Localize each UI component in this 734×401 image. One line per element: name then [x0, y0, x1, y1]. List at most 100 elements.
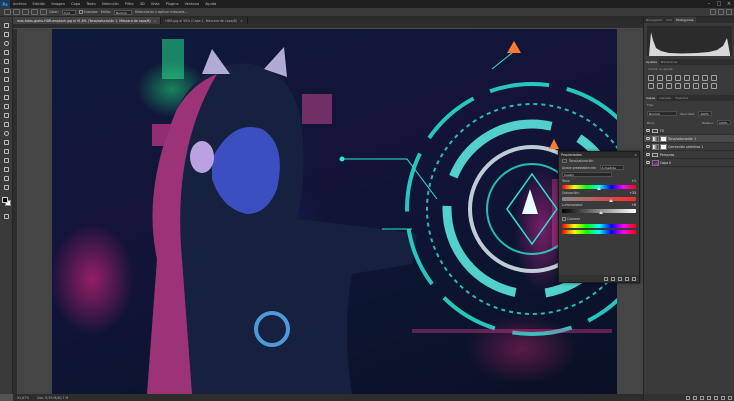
kind-filter[interactable]: Tipo	[647, 103, 653, 107]
subtract-selection-icon[interactable]	[40, 9, 47, 15]
select-mask-button[interactable]: Seleccionar y aplicar máscara...	[135, 10, 188, 14]
menu-imagen[interactable]: Imagen	[48, 2, 68, 6]
saturation-slider-knob[interactable]	[609, 199, 614, 202]
clip-to-layer-icon[interactable]	[604, 276, 608, 281]
home-icon[interactable]	[4, 9, 11, 15]
color-lookup-icon[interactable]	[666, 83, 672, 89]
adjustment-layer-icon[interactable]	[707, 395, 711, 400]
channel-select[interactable]: Cuatro	[562, 172, 612, 177]
tab-capas[interactable]: Capas	[644, 95, 658, 101]
zoom-readout[interactable]: 91,67%	[17, 396, 29, 400]
hand-tool-icon[interactable]	[3, 184, 10, 191]
tab-bibliotecas[interactable]: Bibliotecas	[659, 59, 679, 65]
trash-icon[interactable]	[728, 395, 732, 400]
hue-slider-knob[interactable]	[597, 187, 602, 190]
vibrance-icon[interactable]	[684, 75, 690, 81]
lasso-tool-icon[interactable]	[3, 40, 10, 47]
layer-row[interactable]: Corrección selectiva 1	[644, 143, 734, 151]
antialias-checkbox[interactable]	[78, 10, 83, 14]
menu-ayuda[interactable]: Ayuda	[202, 2, 219, 6]
marquee-tool-icon[interactable]	[13, 9, 20, 15]
layer-row[interactable]: FX	[644, 127, 734, 135]
eye-icon[interactable]	[646, 145, 650, 148]
opacity-input[interactable]: 100%	[698, 111, 713, 116]
colorize-checkbox[interactable]	[562, 217, 566, 221]
menu-ventana[interactable]: Ventana	[181, 2, 202, 6]
tab-document-2[interactable]: HDR.jpg al 50% (Capa 1, Máscara de capa/…	[161, 17, 248, 24]
hue-saturation-icon[interactable]	[693, 75, 699, 81]
eye-icon[interactable]	[646, 137, 650, 140]
tab-document-1[interactable]: mas-fotos-gratis-HDR-emplazh.jpg al 91,6…	[13, 17, 162, 24]
pen-tool-icon[interactable]	[3, 148, 10, 155]
eyedropper-tool-icon[interactable]	[3, 67, 10, 74]
trash-icon[interactable]	[632, 276, 636, 281]
selective-color-icon[interactable]	[711, 83, 717, 89]
fill-input[interactable]: 100%	[717, 120, 731, 125]
curves-icon[interactable]	[666, 75, 672, 81]
tab-info[interactable]: Info	[664, 17, 674, 23]
visibility-icon[interactable]	[625, 276, 629, 281]
document-image[interactable]	[52, 29, 617, 394]
menu-plugins[interactable]: Plugins	[163, 2, 182, 6]
view-previous-icon[interactable]	[611, 276, 615, 281]
menu-3d[interactable]: 3D	[137, 2, 148, 6]
new-layer-icon[interactable]	[721, 395, 725, 400]
preset-select[interactable]: A medida	[599, 165, 624, 170]
menu-texto[interactable]: Texto	[83, 2, 98, 6]
hue-slider[interactable]	[562, 185, 636, 190]
lightness-slider-knob[interactable]	[599, 211, 604, 214]
quick-mask-icon[interactable]	[3, 213, 10, 220]
menu-archivo[interactable]: Archivo	[10, 2, 29, 6]
feather-input[interactable]: 0 px	[61, 9, 76, 15]
layer-mask-thumbnail[interactable]	[660, 135, 667, 142]
blur-tool-icon[interactable]	[3, 130, 10, 137]
healing-brush-tool-icon[interactable]	[3, 76, 10, 83]
tab-trazados[interactable]: Trazados	[673, 95, 690, 101]
lightness-slider[interactable]	[562, 209, 636, 214]
history-brush-tool-icon[interactable]	[3, 103, 10, 110]
invert-icon[interactable]	[675, 83, 681, 89]
hue-value[interactable]: +1	[631, 179, 636, 183]
channel-mixer-icon[interactable]	[657, 83, 663, 89]
layer-row[interactable]: Personas	[644, 151, 734, 159]
document-size-readout[interactable]: Doc: 6,93 M/40,7 M	[37, 396, 68, 400]
move-tool-icon[interactable]	[3, 22, 10, 29]
add-selection-icon[interactable]	[31, 9, 38, 15]
brightness-contrast-icon[interactable]	[648, 75, 654, 81]
black-white-icon[interactable]	[711, 75, 717, 81]
dodge-tool-icon[interactable]	[3, 139, 10, 146]
tab-histograma[interactable]: Histograma	[674, 17, 696, 23]
workspace-icon[interactable]	[718, 9, 724, 15]
tab-canales[interactable]: Canales	[657, 95, 673, 101]
marquee-tool-icon[interactable]	[3, 31, 10, 38]
close-icon[interactable]: ×	[724, 0, 734, 8]
menu-filtro[interactable]: Filtro	[122, 2, 137, 6]
layer-row[interactable]: Capa 0	[644, 159, 734, 167]
eye-icon[interactable]	[646, 161, 650, 164]
eye-icon[interactable]	[646, 129, 650, 132]
close-icon[interactable]: ×	[634, 153, 637, 157]
path-select-tool-icon[interactable]	[3, 166, 10, 173]
menu-vista[interactable]: Vista	[148, 2, 163, 6]
photo-filter-icon[interactable]	[648, 83, 654, 89]
tab-ajustes[interactable]: Ajustes	[644, 59, 659, 65]
new-selection-icon[interactable]	[22, 9, 29, 15]
lightness-value[interactable]: +6	[631, 203, 636, 207]
menu-capa[interactable]: Capa	[68, 2, 83, 6]
layer-row[interactable]: Tono/saturación 1	[644, 135, 734, 143]
type-tool-icon[interactable]	[3, 157, 10, 164]
maximize-icon[interactable]: □	[714, 0, 724, 8]
gradient-map-icon[interactable]	[702, 83, 708, 89]
eye-icon[interactable]	[646, 153, 650, 156]
mask-icon[interactable]	[700, 395, 704, 400]
link-icon[interactable]	[686, 395, 690, 400]
fx-icon[interactable]	[693, 395, 697, 400]
eraser-tool-icon[interactable]	[3, 112, 10, 119]
exposure-icon[interactable]	[675, 75, 681, 81]
share-icon[interactable]	[726, 9, 732, 15]
close-icon[interactable]: ×	[240, 19, 243, 23]
canvas-area[interactable]	[18, 29, 643, 394]
posterize-icon[interactable]	[684, 83, 690, 89]
tab-navegador[interactable]: Navegador	[644, 17, 664, 23]
crop-tool-icon[interactable]	[3, 58, 10, 65]
